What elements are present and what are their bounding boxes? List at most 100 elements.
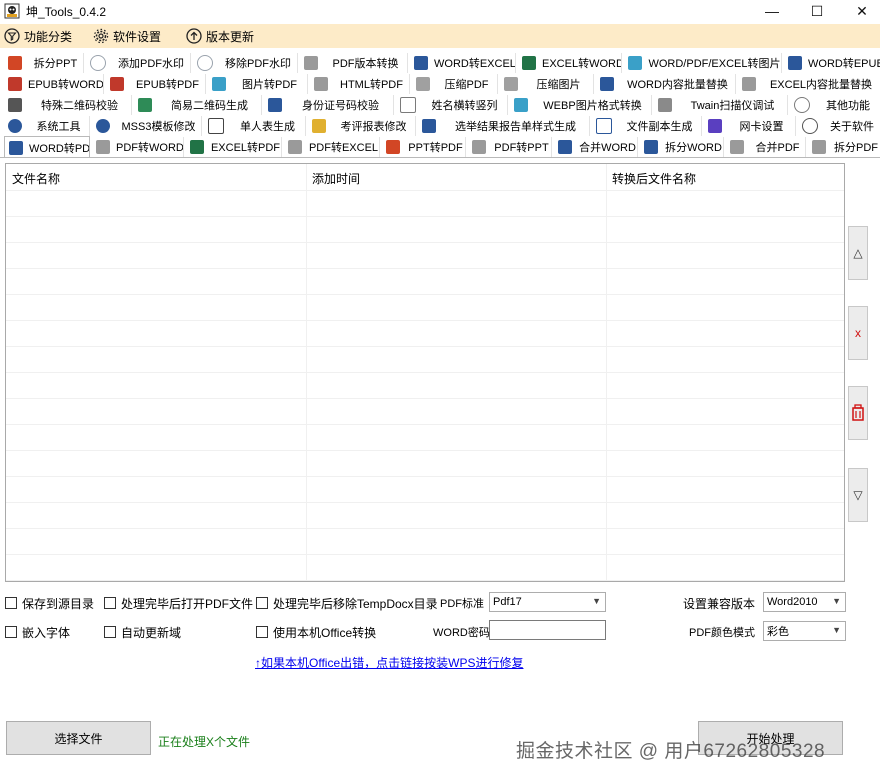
tab-row-5: WORD转PDF PDF转WORD EXCEL转PDF PDF转EXCEL PP… [0,136,880,158]
row-gridline [6,424,844,425]
tab-word-batch-replace[interactable]: WORD内容批量替换 [596,74,736,94]
tab-pdf-to-excel[interactable]: PDF转EXCEL [284,137,380,157]
tab-split-word[interactable]: 拆分WORD [640,137,724,157]
tab-word-to-epub[interactable]: WORD转EPUB [784,53,880,73]
move-down-button[interactable]: ▽ [848,468,868,522]
tab-split-pdf[interactable]: 拆分PDF [808,137,880,157]
pdf-color-mode-select[interactable]: 彩色 ▼ [763,621,846,641]
tab-pdf-to-word[interactable]: PDF转WORD [92,137,184,157]
file-list[interactable]: 文件名称 添加时间 转换后文件名称 [5,163,845,582]
remove-tempdocx-checkbox[interactable] [256,597,268,609]
install-wps-link[interactable]: ↑如果本机Office出错，点击链接按装WPS进行修复 [255,654,523,671]
excel-icon [742,77,756,91]
use-local-office-label: 使用本机Office转换 [273,626,377,640]
maximize-button[interactable]: ☐ [797,0,837,22]
tab-image-to-pdf[interactable]: 图片转PDF [208,74,308,94]
tab-word-pdf-excel-to-image[interactable]: WORD/PDF/EXCEL转图片 [624,53,782,73]
epub-icon [110,77,124,91]
word-icon [558,140,572,154]
compat-version-select[interactable]: Word2010 ▼ [763,592,846,612]
app-logo-icon [4,3,20,19]
tab-label: WORD转EPUB [808,58,880,70]
tab-excel-batch-replace[interactable]: EXCEL内容批量替换 [738,74,880,94]
close-icon: ✕ [856,2,868,19]
tab-special-qrcode-check[interactable]: 特殊二维码校验 [4,95,132,115]
column-header-add-time[interactable]: 添加时间 [312,170,360,187]
word-icon [644,140,658,154]
tab-compress-pdf[interactable]: 压缩PDF [412,74,498,94]
remove-item-button[interactable]: x [848,306,868,360]
select-files-label: 选择文件 [54,731,103,746]
tab-epub-to-word[interactable]: EPUB转WORD [4,74,104,94]
tab-election-report-generate[interactable]: 选举结果报告单样式生成 [418,116,590,136]
tab-epub-to-pdf[interactable]: EPUB转PDF [106,74,206,94]
auto-update-fields-checkbox[interactable] [104,626,116,638]
site-watermark: 掘金技术社区 @ 用户6726280532​8 [516,741,826,762]
tab-ppt-to-pdf[interactable]: PPT转PDF [382,137,466,157]
tab-add-pdf-watermark[interactable]: 添加PDF水印 [86,53,191,73]
tab-network-card-settings[interactable]: 网卡设置 [704,116,796,136]
pdf-standard-label: PDF标准 [440,598,484,610]
row-gridline [6,398,844,399]
clear-list-button[interactable] [848,386,868,440]
tab-split-ppt[interactable]: 拆分PPT [4,53,84,73]
tab-webp-convert[interactable]: WEBP图片格式转换 [510,95,652,115]
pdf-standard-value: Pdf17 [493,596,522,608]
tab-mss3-template-edit[interactable]: MSS3模板修改 [92,116,202,136]
column-header-file-name[interactable]: 文件名称 [12,170,60,187]
menu-version-update[interactable]: 版本更新 [186,27,254,45]
text-direction-icon [400,97,416,113]
tab-remove-pdf-watermark[interactable]: 移除PDF水印 [193,53,298,73]
select-files-button[interactable]: 选择文件 [6,721,151,755]
open-pdf-after-checkbox[interactable] [104,597,116,609]
pdf-icon [96,140,110,154]
minimize-button[interactable]: — [752,0,792,22]
tab-label: 身份证号码校验 [302,100,379,112]
image-icon [514,98,528,112]
tab-label: Twain扫描仪调试 [690,100,775,112]
tab-word-to-pdf[interactable]: WORD转PDF [4,136,90,158]
menu-function-category[interactable]: 功能分类 [4,27,72,45]
word-password-input[interactable] [489,620,606,640]
tab-evaluation-report-edit[interactable]: 考评报表修改 [308,116,416,136]
close-button[interactable]: ✕ [842,0,880,22]
tab-label: 考评报表修改 [340,121,407,133]
pdf-standard-select[interactable]: Pdf17 ▼ [489,592,606,612]
tab-single-form-generate[interactable]: 单人表生成 [204,116,306,136]
tab-simple-qrcode-generate[interactable]: 简易二维码生成 [134,95,262,115]
tab-label: 拆分PDF [834,142,878,154]
menu-software-settings[interactable]: 软件设置 [93,27,161,45]
qrcode-icon [138,98,152,112]
tab-compress-image[interactable]: 压缩图片 [500,74,594,94]
tab-name-horizontal-to-vertical[interactable]: 姓名横转竖列 [396,95,508,115]
tab-twain-scanner-debug[interactable]: Twain扫描仪调试 [654,95,788,115]
column-header-converted-name[interactable]: 转换后文件名称 [612,170,696,187]
tab-excel-to-pdf[interactable]: EXCEL转PDF [186,137,282,157]
tab-pdf-version-convert[interactable]: PDF版本转换 [300,53,408,73]
tab-pdf-to-ppt[interactable]: PDF转PPT [468,137,552,157]
compress-icon [504,77,518,91]
tab-html-to-pdf[interactable]: HTML转PDF [310,74,410,94]
save-to-source-checkbox[interactable] [5,597,17,609]
compress-icon [416,77,430,91]
remove-tempdocx-label: 处理完毕后移除TempDocx目录 [273,597,438,611]
use-local-office-checkbox[interactable] [256,626,268,638]
tab-id-number-check[interactable]: 身份证号码校验 [264,95,394,115]
tab-file-copy-generate[interactable]: 文件副本生成 [592,116,702,136]
tab-label: WORD/PDF/EXCEL转图片 [648,58,781,70]
document-edit-icon [312,119,326,133]
tab-merge-word[interactable]: 合并WORD [554,137,638,157]
tab-other-functions[interactable]: 其他功能 [790,95,880,115]
move-up-button[interactable]: △ [848,226,868,280]
watermark-icon [197,55,213,71]
tab-label: WEBP图片格式转换 [543,100,642,112]
word-icon [788,56,802,70]
tab-system-tools[interactable]: 系统工具 [4,116,90,136]
remove-icon: x [855,326,861,340]
tab-excel-to-word[interactable]: EXCEL转WORD [518,53,622,73]
embed-fonts-checkbox[interactable] [5,626,17,638]
tab-merge-pdf[interactable]: 合并PDF [726,137,806,157]
tab-about-software[interactable]: 关于软件 [798,116,880,136]
word-icon [600,77,614,91]
tab-word-to-excel[interactable]: WORD转EXCEL [410,53,516,73]
